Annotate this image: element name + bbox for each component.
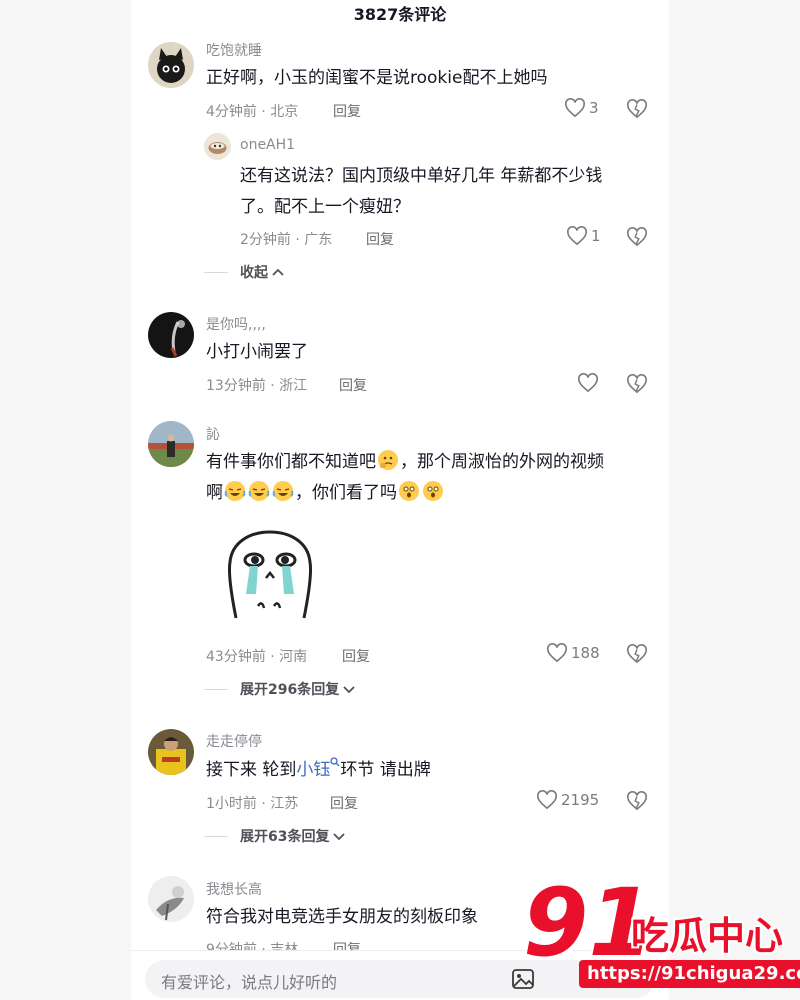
- text-segment: 接下来 轮到: [206, 760, 297, 780]
- avatar[interactable]: [148, 421, 194, 467]
- like-count: 1: [591, 227, 601, 245]
- text-segment: ，你们看了吗: [295, 483, 397, 503]
- watermark-brand: 吃瓜中心: [631, 914, 784, 958]
- surprised-emoji: [399, 481, 419, 501]
- crying-laughing-emoji: [272, 481, 294, 501]
- text-segment: 环节 请出牌: [340, 760, 431, 780]
- reply-text-line: 了。配不上一个瘦妞？: [240, 197, 410, 217]
- crying-laughing-emoji: [248, 481, 270, 501]
- comments-panel: 3827条评论 吃饱就睡 正好啊，小玉的闺蜜不是说rookie配不上她吗 4分钟…: [131, 0, 669, 1000]
- watermark-url: https://91chigua29.com: [579, 960, 800, 988]
- toggle-label: 收起: [240, 265, 268, 281]
- expand-replies-toggle[interactable]: 展开63条回复: [204, 826, 346, 846]
- like-button[interactable]: 2195: [536, 790, 599, 810]
- divider-line: [204, 688, 228, 690]
- heart-icon: [547, 643, 567, 663]
- chevron-down-icon: [343, 686, 355, 694]
- like-count: 188: [571, 644, 600, 662]
- heart-icon: [578, 373, 598, 393]
- reply-username[interactable]: oneAH1: [240, 137, 295, 153]
- heart-icon: [567, 226, 587, 246]
- comment-text: 接下来 轮到小钰 环节 请出牌: [206, 755, 431, 786]
- heart-icon: [565, 98, 585, 118]
- broken-heart-icon[interactable]: [626, 374, 648, 394]
- like-count: 2195: [561, 791, 600, 809]
- reply-button[interactable]: 回复: [333, 101, 361, 121]
- crying-sticker: [228, 530, 312, 619]
- toggle-label: 展开296条回复: [240, 682, 340, 698]
- comment-username[interactable]: 吃饱就睡: [206, 40, 262, 60]
- comment-count-title: 3827条评论: [353, 5, 447, 24]
- text-segment: 有件事你们都不知道吧: [206, 452, 376, 472]
- reply-text-line: 还有这说法？国内顶级中单好几年 年薪都不少钱: [240, 166, 603, 186]
- text-segment: 啊: [206, 483, 223, 503]
- search-icon: [330, 757, 340, 767]
- like-button[interactable]: 3: [564, 98, 599, 118]
- comment-username[interactable]: 訫: [206, 424, 220, 444]
- avatar[interactable]: [148, 729, 194, 775]
- comment-text: 正好啊，小玉的闺蜜不是说rookie配不上她吗: [206, 68, 548, 88]
- broken-heart-icon[interactable]: [626, 791, 648, 811]
- reply-button[interactable]: 回复: [339, 375, 367, 395]
- broken-heart-icon[interactable]: [626, 99, 648, 119]
- thinking-emoji: [378, 450, 398, 470]
- link-text: 小钰: [296, 760, 331, 780]
- comment-text: 符合我对电竞选手女朋友的刻板印象: [206, 907, 478, 927]
- comment-meta: 43分钟前 · 河南: [206, 649, 308, 665]
- reply-button[interactable]: 回复: [342, 646, 370, 666]
- text-segment: ，那个周淑怡的外网的视频: [400, 452, 604, 472]
- comment-text-line: 有件事你们都不知道吧 ，那个周淑怡的外网的视频: [206, 447, 604, 478]
- surprised-emoji: [423, 481, 443, 501]
- comment-text-line: 啊 ，你们看了吗: [206, 478, 445, 509]
- toggle-label: 展开63条回复: [240, 829, 330, 845]
- reply-button[interactable]: 回复: [366, 229, 394, 249]
- heart-icon: [537, 790, 557, 810]
- reply-meta: 2分钟前 · 广东: [240, 232, 333, 248]
- comment-meta: 13分钟前 · 浙江: [206, 378, 308, 394]
- avatar[interactable]: [204, 133, 231, 160]
- chevron-down-icon: [333, 833, 346, 841]
- like-count: 3: [589, 99, 599, 117]
- divider-line: [204, 271, 228, 273]
- like-button[interactable]: [577, 373, 599, 393]
- like-button[interactable]: 188: [546, 643, 600, 663]
- site-watermark: 91 吃瓜中心 https://91chigua29.com: [515, 874, 800, 1000]
- reply-button[interactable]: 回复: [330, 793, 358, 813]
- comment-text: 小打小闹罢了: [206, 342, 308, 362]
- divider-line: [204, 835, 228, 837]
- avatar[interactable]: [148, 42, 194, 88]
- comment-meta: 4分钟前 · 北京: [206, 104, 299, 120]
- comment-input-placeholder: 有爱评论，说点儿好听的: [161, 973, 338, 992]
- comment-username[interactable]: 是你吗,,,,: [206, 314, 266, 334]
- crying-laughing-emoji: [224, 481, 246, 501]
- avatar[interactable]: [148, 312, 194, 358]
- collapse-replies-toggle[interactable]: 收起: [204, 262, 285, 282]
- broken-heart-icon[interactable]: [626, 644, 648, 664]
- avatar[interactable]: [148, 876, 194, 922]
- comment-username[interactable]: 我想长高: [206, 879, 262, 899]
- broken-heart-icon[interactable]: [626, 227, 648, 247]
- expand-replies-toggle[interactable]: 展开296条回复: [204, 679, 356, 699]
- comment-meta: 1小时前 · 江苏: [206, 796, 299, 812]
- comment-username[interactable]: 走走停停: [206, 731, 262, 751]
- chevron-up-icon: [272, 268, 284, 276]
- like-button[interactable]: 1: [566, 226, 601, 246]
- search-link[interactable]: 小钰: [296, 757, 340, 780]
